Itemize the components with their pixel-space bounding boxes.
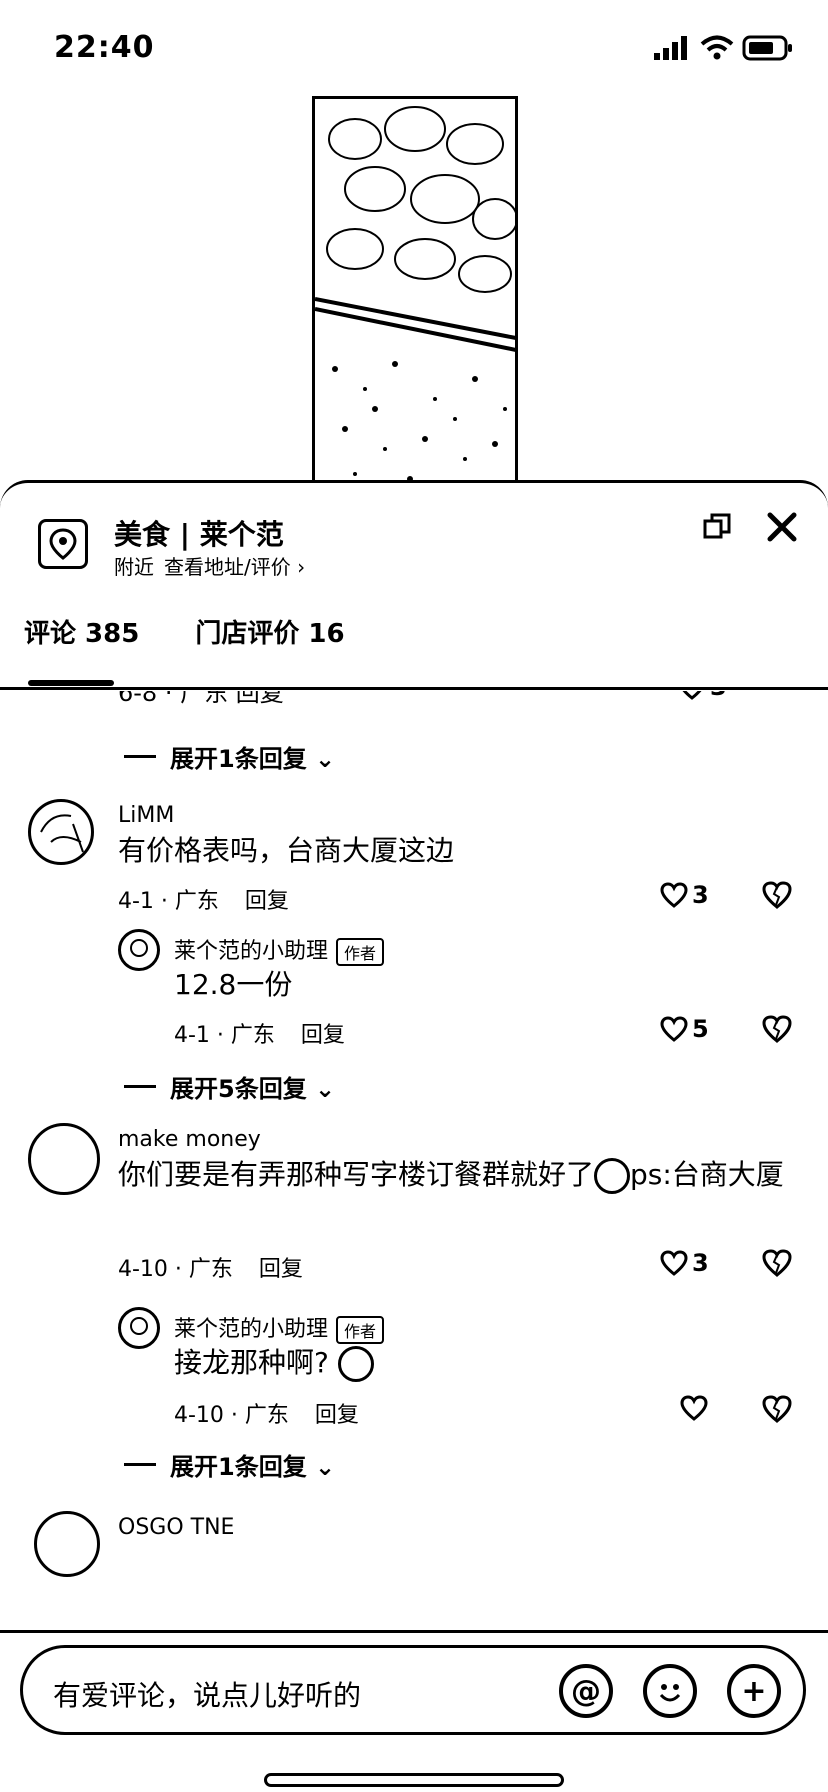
comment-username[interactable]: LiMM [118, 803, 174, 828]
like-count: 3 [692, 881, 709, 909]
expand-replies[interactable]: 展开1条回复 ⌄ [124, 739, 335, 774]
comment-text-tail: ps:台商大厦 [630, 1158, 784, 1191]
reply-username[interactable]: 莱个范的小助理 作者 [174, 933, 385, 966]
comment-tabs: 评论 385 门店评价 16 [24, 613, 345, 686]
author-badge: 作者 [336, 1316, 385, 1344]
mention-button[interactable]: @ [559, 1664, 613, 1718]
input-actions: @ + [559, 1664, 781, 1718]
comment-meta: 4-1 · 广东 回复 [118, 883, 289, 915]
reply-username[interactable]: 莱个范的小助理 作者 [174, 1311, 385, 1344]
heart-icon [660, 1016, 688, 1042]
wifi-icon [700, 35, 734, 60]
comment-date: 4-1 · 广东 [118, 889, 219, 914]
reply-text-main: 接龙那种啊? [174, 1346, 329, 1379]
poi-card[interactable]: 美食 | 莱个范 附近 查看地址/评价 › [34, 513, 794, 583]
expand-replies[interactable]: 展开5条回复 ⌄ [124, 1069, 335, 1104]
like-button[interactable] [680, 1395, 712, 1421]
location-pin-icon [38, 519, 88, 569]
heart-icon [682, 691, 702, 700]
reply-button[interactable]: 回复 [301, 1017, 345, 1049]
comment-username[interactable]: make money [118, 1127, 261, 1152]
like-button[interactable]: 5 [660, 1015, 709, 1043]
expand-line [124, 1463, 156, 1466]
heart-icon [660, 882, 688, 908]
signal-icon [654, 36, 687, 60]
status-icons [652, 34, 794, 62]
poi-nearby: 附近 [114, 555, 154, 579]
sheet-actions [702, 511, 798, 543]
broken-heart-icon[interactable] [762, 881, 792, 909]
battery-icon [742, 35, 792, 61]
avatar[interactable] [34, 1511, 100, 1577]
reply-text: 12.8一份 [174, 968, 293, 1001]
tab-store-reviews-label: 门店评价 16 [195, 619, 345, 649]
emoji-icon [594, 1158, 631, 1194]
status-bar: 22:40 [0, 0, 828, 96]
reply-avatar[interactable] [118, 1307, 160, 1349]
reply-button[interactable]: 回复 [315, 1397, 359, 1429]
tabs-divider [0, 687, 828, 690]
emoji-button[interactable] [643, 1664, 697, 1718]
like-count: 3 [692, 1249, 709, 1277]
reply-date: 4-10 · 广东 [174, 1403, 289, 1428]
like-count: 5 [692, 1015, 709, 1043]
comment-text-main: 你们要是有弄那种写字楼订餐群就好了 [118, 1158, 595, 1191]
author-badge: 作者 [336, 938, 385, 966]
status-time: 22:40 [54, 30, 155, 65]
comment-text: 你们要是有弄那种写字楼订餐群就好了 ps:台商大厦 [118, 1155, 794, 1195]
tab-comments[interactable]: 评论 385 [24, 613, 140, 686]
reply-meta: 4-1 · 广东 回复 [174, 1017, 345, 1049]
poi-subtitle: 附近 查看地址/评价 › [114, 551, 305, 580]
tab-active-indicator [28, 680, 114, 686]
broken-heart-icon[interactable] [762, 1015, 792, 1043]
reply-button[interactable]: 回复 [245, 883, 289, 915]
comment-username[interactable]: OSGO TNE [118, 1515, 234, 1540]
comment-meta: 4-10 · 广东 回复 [118, 1251, 303, 1283]
tab-store-reviews[interactable]: 门店评价 16 [195, 613, 344, 650]
emoji-icon [659, 1684, 681, 1702]
close-icon[interactable] [766, 511, 798, 543]
reply-username-text: 莱个范的小助理 [174, 1317, 329, 1342]
like-button[interactable]: 3 [660, 881, 709, 909]
emoji-icon [337, 1346, 374, 1382]
expand-label: 展开1条回复 ⌄ [170, 745, 336, 773]
heart-icon [660, 1250, 688, 1276]
reply-username-text: 莱个范的小助理 [174, 939, 329, 964]
comment-date: 4-10 · 广东 [118, 1257, 233, 1282]
poi-address-link[interactable]: 查看地址/评价 › [164, 551, 305, 580]
window-restore-icon[interactable] [702, 512, 732, 542]
reply-button[interactable]: 回复 [259, 1251, 303, 1283]
comment-sheet: 美食 | 莱个范 附近 查看地址/评价 › 评论 385 门店评价 16 6-8… [0, 480, 828, 1792]
like-button[interactable]: 3 [678, 691, 727, 701]
expand-label: 展开5条回复 ⌄ [170, 1075, 336, 1103]
expand-replies[interactable]: 展开1条回复 ⌄ [124, 1447, 335, 1482]
broken-heart-icon[interactable] [762, 1249, 792, 1277]
clipped-comment-meta: 6-8 · 广东 回复 3 [118, 691, 798, 707]
reply-avatar[interactable] [118, 929, 160, 971]
reply-date: 4-1 · 广东 [174, 1023, 275, 1048]
food-photo [312, 96, 518, 488]
like-button[interactable]: 3 [660, 1249, 709, 1277]
comment-input[interactable]: 有爱评论，说点儿好听的 @ + [20, 1645, 806, 1735]
poi-title: 美食 | 莱个范 [114, 518, 284, 551]
tab-comments-label: 评论 385 [24, 619, 140, 649]
comment-input-bar: 有爱评论，说点儿好听的 @ + [0, 1630, 828, 1792]
expand-label: 展开1条回复 ⌄ [170, 1453, 336, 1481]
video-area[interactable] [0, 96, 828, 496]
like-count: 3 [710, 691, 727, 701]
comment-text: 有价格表吗，台商大厦这边 [118, 834, 455, 867]
comment-input-placeholder: 有爱评论，说点儿好听的 [53, 1679, 362, 1712]
expand-line [124, 755, 156, 758]
comment-list[interactable]: 6-8 · 广东 回复 3 展开1条回复 ⌄ LiMM 有价格表吗，台商大厦这边… [0, 691, 828, 1635]
add-button[interactable]: + [727, 1664, 781, 1718]
avatar[interactable] [28, 1123, 100, 1195]
home-indicator[interactable] [264, 1773, 564, 1787]
reply-meta: 4-10 · 广东 回复 [174, 1397, 359, 1429]
reply-text: 接龙那种啊? [174, 1343, 374, 1383]
expand-line [124, 1085, 156, 1088]
heart-icon [680, 1395, 708, 1421]
avatar[interactable] [28, 799, 94, 865]
clipped-meta-text: 6-8 · 广东 回复 [118, 691, 284, 707]
broken-heart-icon[interactable] [762, 1395, 792, 1423]
